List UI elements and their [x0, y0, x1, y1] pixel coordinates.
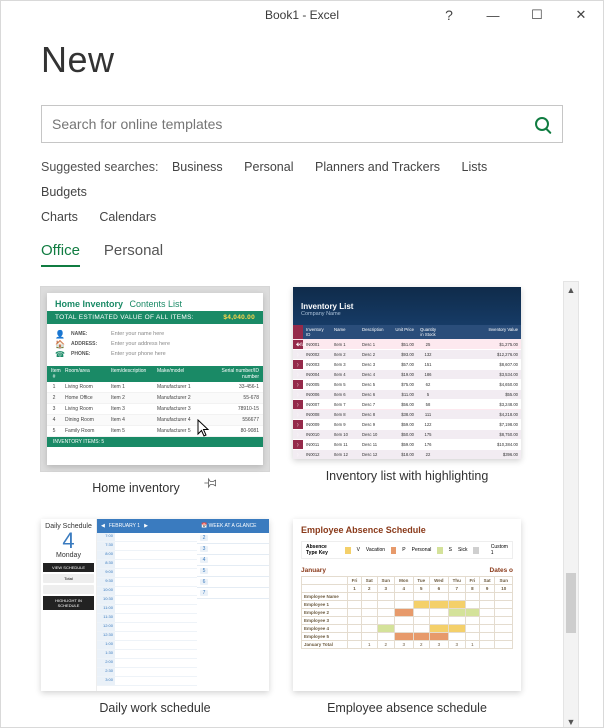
- thumb-title: Home Inventory: [55, 299, 123, 309]
- suggested-link[interactable]: Budgets: [41, 180, 87, 205]
- template-source-tabs: Office Personal: [41, 242, 563, 267]
- page-title: New: [41, 39, 563, 81]
- template-caption: Inventory list with highlighting: [326, 469, 489, 483]
- tab-personal[interactable]: Personal: [104, 242, 163, 267]
- scroll-down-arrow-icon[interactable]: ▼: [564, 714, 578, 727]
- search-box[interactable]: [41, 105, 563, 143]
- tab-office[interactable]: Office: [41, 242, 80, 267]
- thumb-bar-label: TOTAL ESTIMATED VALUE OF ALL ITEMS:: [55, 314, 194, 321]
- scroll-thumb[interactable]: [566, 573, 576, 633]
- minimize-button[interactable]: —: [471, 1, 515, 29]
- templates-pane: Home Inventory Contents List TOTAL ESTIM…: [41, 281, 563, 727]
- content-area: New Suggested searches: Business Persona…: [1, 29, 603, 727]
- templates-grid: Home Inventory Contents List TOTAL ESTIM…: [41, 287, 545, 715]
- template-caption: Daily work schedule: [99, 701, 210, 715]
- template-caption: Home inventory: [92, 481, 180, 495]
- template-card-inventory-highlight[interactable]: Inventory ListCompany Name Inventory IDN…: [293, 287, 521, 495]
- excel-new-window: Book1 - Excel ? — ☐ ✕ New Suggested sear…: [0, 0, 604, 728]
- titlebar: Book1 - Excel ? — ☐ ✕: [1, 1, 603, 29]
- thumb-subtitle: Contents List: [130, 299, 183, 309]
- suggested-searches: Suggested searches: Business Personal Pl…: [41, 155, 563, 230]
- window-title: Book1 - Excel: [265, 8, 339, 22]
- search-button[interactable]: [522, 106, 562, 142]
- suggested-link[interactable]: Calendars: [99, 205, 156, 230]
- close-button[interactable]: ✕: [559, 1, 603, 29]
- suggested-link[interactable]: Lists: [462, 155, 488, 180]
- template-thumbnail: Employee Absence Schedule Absence Type K…: [293, 519, 521, 691]
- suggested-label: Suggested searches:: [41, 160, 158, 174]
- template-card-home-inventory[interactable]: Home Inventory Contents List TOTAL ESTIM…: [41, 287, 269, 495]
- search-icon: [535, 117, 549, 131]
- template-card-daily-schedule[interactable]: Daily Schedule 4 Monday VIEW SCHEDULE To…: [41, 519, 269, 715]
- scroll-up-arrow-icon[interactable]: ▲: [564, 282, 578, 298]
- suggested-link[interactable]: Business: [172, 155, 223, 180]
- template-caption: Employee absence schedule: [327, 701, 487, 715]
- pin-icon[interactable]: [204, 476, 218, 490]
- suggested-link[interactable]: Planners and Trackers: [315, 155, 440, 180]
- scroll-track[interactable]: [564, 298, 578, 714]
- help-button[interactable]: ?: [427, 1, 471, 29]
- template-thumbnail: Home Inventory Contents List TOTAL ESTIM…: [47, 293, 263, 465]
- template-thumbnail: Daily Schedule 4 Monday VIEW SCHEDULE To…: [41, 519, 269, 691]
- search-input[interactable]: [42, 116, 522, 132]
- template-card-absence-schedule[interactable]: Employee Absence Schedule Absence Type K…: [293, 519, 521, 715]
- template-thumbnail: Inventory ListCompany Name Inventory IDN…: [293, 287, 521, 459]
- thumb-footer: INVENTORY ITEMS: 5: [53, 439, 104, 445]
- vertical-scrollbar[interactable]: ▲ ▼: [563, 281, 579, 727]
- maximize-button[interactable]: ☐: [515, 1, 559, 29]
- thumb-bar-value: $4,040.00: [223, 314, 255, 321]
- window-controls: ? — ☐ ✕: [427, 1, 603, 29]
- suggested-link[interactable]: Charts: [41, 205, 78, 230]
- suggested-link[interactable]: Personal: [244, 155, 293, 180]
